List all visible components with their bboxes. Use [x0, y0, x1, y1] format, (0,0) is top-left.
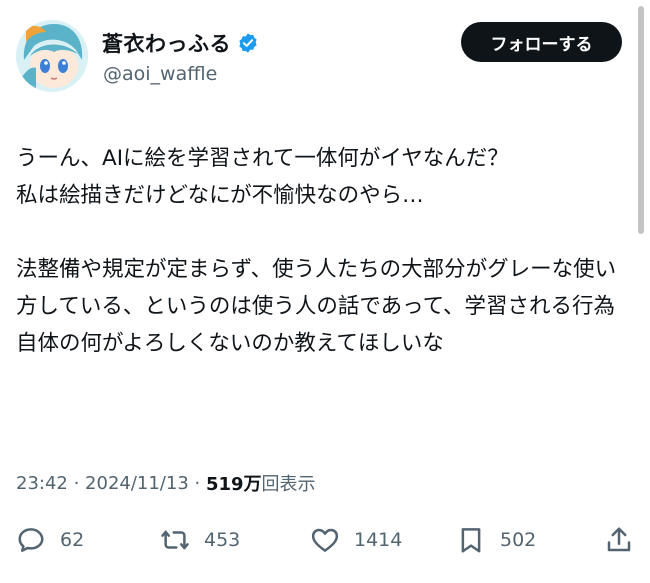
repost-count: 453 [204, 529, 241, 551]
bookmark-count: 502 [500, 529, 537, 551]
scrollbar[interactable] [638, 6, 644, 234]
meta-separator: · [67, 472, 86, 494]
views-count: 519万 [205, 474, 262, 495]
tweet-date[interactable]: 2024/11/13 [85, 473, 189, 494]
share-button[interactable] [604, 518, 634, 562]
reply-icon [18, 528, 44, 552]
reply-count: 62 [60, 529, 85, 551]
bookmark-icon [461, 528, 481, 553]
repost-button[interactable]: 453 [160, 518, 240, 562]
action-bar: 62 453 1414 502 [0, 518, 650, 562]
avatar[interactable] [16, 20, 88, 92]
display-name[interactable]: 蒼衣わっふる [102, 28, 231, 58]
share-icon [607, 527, 631, 552]
views-label: 回表示 [261, 474, 316, 495]
user-handle[interactable]: @aoi_waffle [103, 63, 217, 85]
meta-separator: · [188, 472, 206, 494]
name-row: 蒼衣わっふる [102, 28, 259, 58]
tweet-time[interactable]: 23:42 [16, 473, 68, 494]
tweet-text: うーん、AIに絵を学習されて一体何がイヤなんだ？ 私は絵描きだけどなにが不愉快な… [16, 146, 617, 356]
like-count: 1414 [354, 529, 403, 551]
bookmark-button[interactable]: 502 [456, 518, 536, 562]
heart-icon [311, 528, 339, 552]
repost-icon [161, 530, 189, 550]
like-button[interactable]: 1414 [310, 518, 402, 562]
verified-badge-icon [239, 33, 257, 53]
reply-button[interactable]: 62 [16, 518, 84, 562]
avatar-image [16, 20, 88, 92]
tweet-header: 蒼衣わっふる @aoi_waffle フォローする [0, 0, 650, 110]
follow-button[interactable]: フォローする [461, 22, 622, 62]
tweet-meta: 23:42 · 2024/11/13 · 519万 回表示 [16, 470, 316, 496]
